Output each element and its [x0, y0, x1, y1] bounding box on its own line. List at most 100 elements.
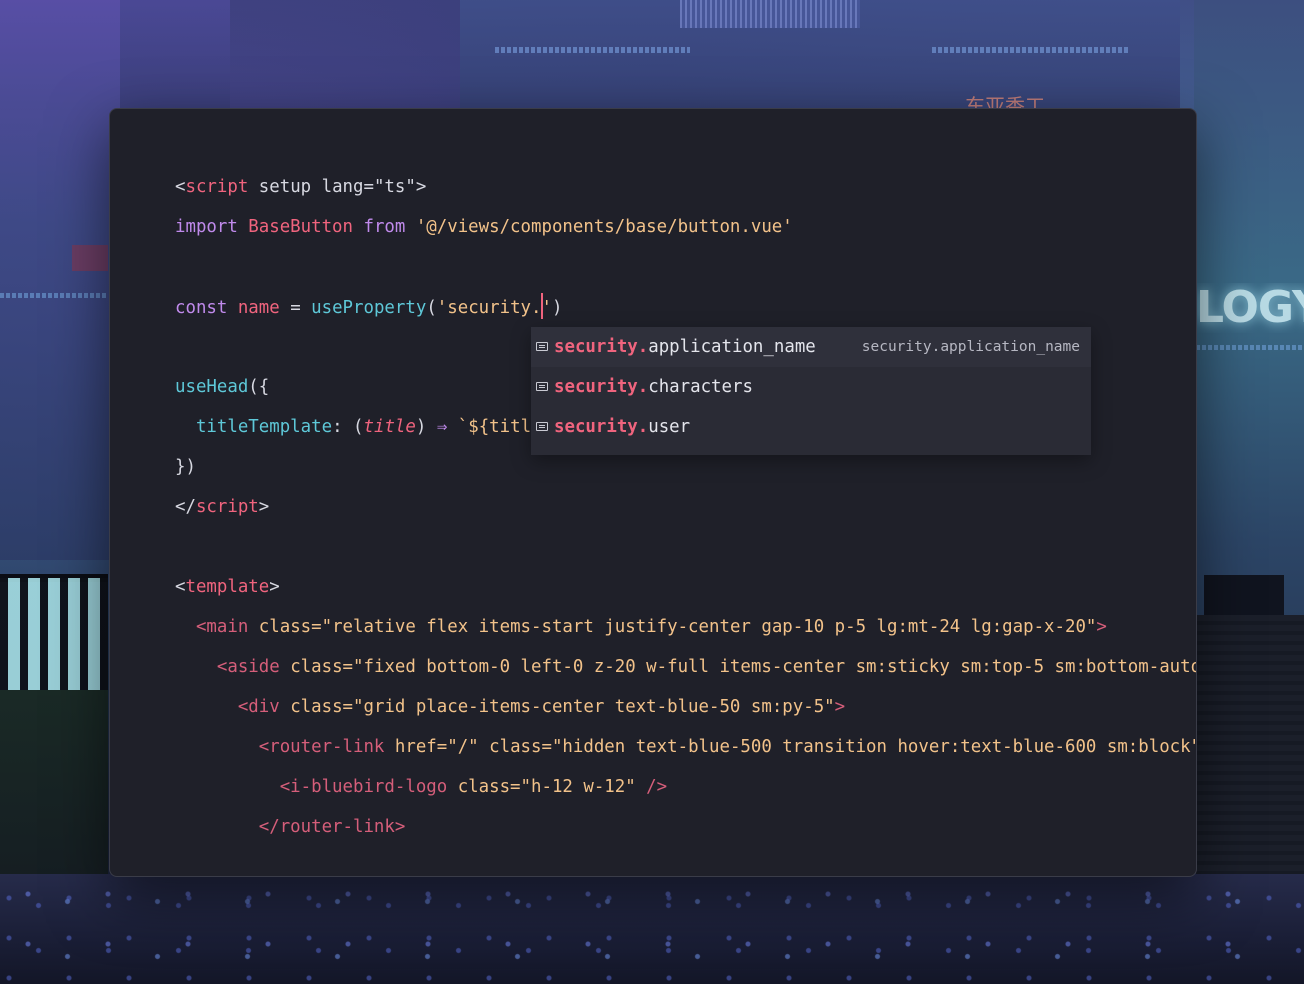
code-line[interactable] — [175, 253, 1196, 293]
code-token: : ( — [332, 417, 364, 437]
code-token: script — [185, 177, 249, 197]
code-line[interactable]: <i-bluebird-logo class="h-12 w-12" /> — [175, 773, 1196, 813]
code-line[interactable]: <script setup lang="ts"> — [175, 173, 1196, 213]
autocomplete-label: security.characters — [554, 367, 753, 407]
code-token: class= — [279, 697, 354, 717]
code-line[interactable]: </script> — [175, 493, 1196, 533]
background-railing — [0, 574, 108, 582]
code-token: script — [195, 497, 259, 517]
code-line[interactable] — [175, 533, 1196, 573]
background-railing — [0, 578, 108, 690]
autocomplete-match-text: security. — [554, 377, 649, 397]
code-token: 'security. — [436, 298, 542, 318]
code-token: class= — [248, 617, 322, 637]
code-token: useProperty — [311, 298, 427, 318]
code-line[interactable]: </router-link> — [175, 813, 1196, 853]
code-line[interactable]: <div class="grid place-items-center text… — [175, 693, 1196, 733]
code-editor-window[interactable]: <script setup lang="ts"> import BaseButto… — [109, 108, 1197, 877]
code-token: > — [415, 177, 427, 197]
code-token: `${title — [447, 417, 542, 437]
code-token: "ts" — [373, 177, 416, 197]
background-building — [1196, 615, 1304, 895]
code-token: ) — [551, 298, 563, 318]
autocomplete-label: security.user — [554, 407, 690, 447]
code-token: ⇒ — [436, 417, 448, 437]
code-token: "/" — [447, 737, 479, 757]
code-token: <aside — [216, 657, 280, 677]
code-token: < — [175, 577, 186, 597]
autocomplete-rest-text: application_name — [648, 337, 816, 357]
code-area[interactable]: <script setup lang="ts"> import BaseButto… — [175, 173, 1197, 853]
background-lights — [0, 293, 108, 298]
code-token: > — [1096, 617, 1107, 637]
code-token: ({ — [248, 377, 270, 397]
background-building — [1204, 575, 1284, 615]
code-token: class= — [447, 777, 521, 797]
code-token: '@/views/components/base/button.vue' — [415, 217, 793, 237]
code-token: const — [175, 298, 238, 318]
code-token: titleTemplate — [195, 417, 333, 437]
autocomplete-rest-text: user — [648, 417, 691, 437]
property-icon — [536, 422, 548, 431]
background-sign — [72, 245, 108, 271]
code-token: name — [237, 298, 280, 318]
code-line[interactable]: <template> — [175, 573, 1196, 613]
code-token: }) — [175, 457, 196, 477]
background-neon-sign: 东亚香工 — [965, 94, 1045, 108]
code-token: "fixed bottom-0 left-0 z-20 w-full items… — [353, 657, 1197, 677]
background-sign — [680, 0, 860, 28]
code-token: /> — [635, 777, 668, 797]
background-cityscape — [0, 874, 1304, 984]
code-token: ) — [415, 417, 437, 437]
code-token: template — [185, 577, 270, 597]
code-token: title — [363, 417, 416, 437]
code-token: > — [269, 577, 280, 597]
autocomplete-item[interactable]: security.user — [531, 407, 1091, 447]
background-lights — [495, 47, 690, 53]
code-token: <router-link — [258, 737, 385, 757]
autocomplete-rest-text: characters — [648, 377, 753, 397]
code-token: class= — [478, 737, 552, 757]
autocomplete-label: security.application_name — [554, 327, 816, 367]
code-token: setup lang= — [248, 177, 374, 197]
code-token: < — [175, 177, 186, 197]
background-building — [0, 0, 230, 110]
autocomplete-match-text: security. — [554, 337, 649, 357]
code-token: </ — [175, 497, 196, 517]
autocomplete-popup[interactable]: security.application_name security.applic… — [531, 327, 1091, 455]
code-token: ( — [426, 298, 437, 318]
background-building — [0, 690, 108, 890]
background-building — [1194, 0, 1304, 984]
background-neon-sign: LOGY — [1196, 283, 1304, 333]
background-lights — [932, 47, 1128, 53]
code-token: = — [279, 298, 312, 318]
code-line[interactable]: <router-link href="/" class="hidden text… — [175, 733, 1197, 773]
code-token: class= — [279, 657, 354, 677]
code-token: "hidden text-blue-500 transition hover:t… — [551, 737, 1197, 757]
background-building — [0, 0, 120, 560]
code-token: <div — [237, 697, 280, 717]
code-line[interactable]: <main class="relative flex items-start j… — [175, 613, 1196, 653]
autocomplete-item[interactable]: security.characters — [531, 367, 1091, 407]
code-line[interactable]: import BaseButton from '@/views/componen… — [175, 213, 1196, 253]
property-icon — [536, 382, 548, 391]
code-token: from — [353, 217, 416, 237]
code-token: BaseButton — [248, 217, 353, 237]
autocomplete-item[interactable]: security.application_name security.applic… — [531, 327, 1091, 367]
code-line[interactable]: }) — [175, 453, 1196, 493]
code-token: ' — [541, 298, 552, 318]
autocomplete-detail: security.application_name — [861, 339, 1080, 355]
background-lights — [1196, 345, 1304, 350]
code-token: import — [175, 217, 249, 237]
background-building — [460, 0, 1180, 110]
code-token: > — [258, 497, 270, 517]
code-token: href= — [384, 737, 448, 757]
code-line[interactable]: <aside class="fixed bottom-0 left-0 z-20… — [175, 653, 1197, 693]
code-token: "h-12 w-12" — [520, 777, 636, 797]
